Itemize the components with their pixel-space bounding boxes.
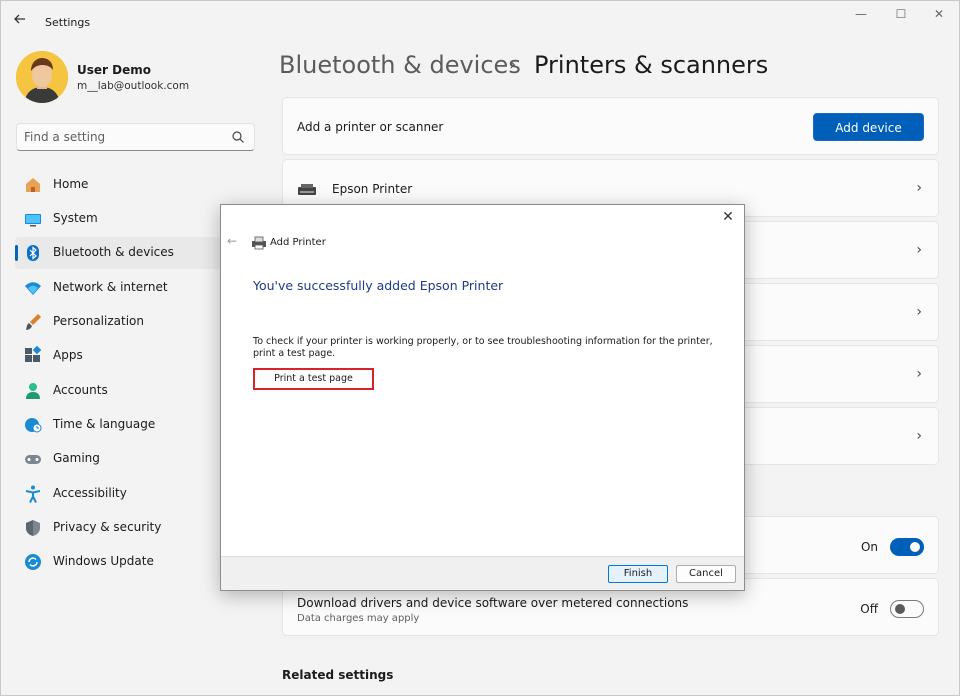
settings-window: Settings — ☐ ✕ User Demo m__lab@outlook.… <box>0 0 960 696</box>
sidebar-item-gaming[interactable]: Gaming <box>15 443 255 475</box>
monitor-icon <box>23 209 43 229</box>
avatar[interactable] <box>16 51 68 103</box>
sidebar-item-accounts[interactable]: Accounts <box>15 375 255 407</box>
dialog-back-button[interactable]: ← <box>227 234 237 248</box>
metered-label: Download drivers and device software ove… <box>297 596 689 610</box>
toggle-state-label: Off <box>860 602 878 616</box>
finish-button[interactable]: Finish <box>608 565 668 583</box>
add-printer-label: Add a printer or scanner <box>297 120 444 134</box>
sidebar-item-label: Time & language <box>53 417 156 431</box>
wifi-icon <box>23 278 43 298</box>
breadcrumb-parent[interactable]: Bluetooth & devices <box>279 51 521 79</box>
chevron-right-icon: › <box>916 366 922 382</box>
home-icon <box>23 175 43 195</box>
accessibility-icon <box>23 484 43 504</box>
sidebar-item-time-language[interactable]: Time & language <box>15 409 255 441</box>
window-title: Settings <box>45 16 91 29</box>
user-name: User Demo <box>77 63 151 77</box>
sidebar-item-label: Gaming <box>53 451 100 465</box>
dialog-body-text: To check if your printer is working prop… <box>253 336 713 359</box>
search-icon[interactable] <box>231 129 245 143</box>
dialog-heading: You've successfully added Epson Printer <box>253 278 504 293</box>
add-printer-dialog: ✕ ← Add Printer You've successfully adde… <box>220 204 745 591</box>
add-device-button[interactable]: Add device <box>813 113 924 141</box>
search-box[interactable] <box>16 123 255 151</box>
sidebar-item-label: Network & internet <box>53 280 168 294</box>
sidebar-item-label: Windows Update <box>53 554 154 568</box>
dialog-close-button[interactable]: ✕ <box>718 209 738 229</box>
minimize-button[interactable]: — <box>846 7 876 27</box>
sidebar-item-home[interactable]: Home <box>15 169 255 201</box>
chevron-right-icon: › <box>916 304 922 320</box>
bluetooth-icon <box>23 243 43 263</box>
sidebar-item-network[interactable]: Network & internet <box>15 272 255 304</box>
title-bar: Settings — ☐ ✕ <box>1 1 960 41</box>
sidebar-item-label: Accessibility <box>53 486 127 500</box>
person-icon <box>23 381 43 401</box>
active-indicator <box>15 245 18 261</box>
printer-name: Epson Printer <box>332 182 413 196</box>
cancel-button[interactable]: Cancel <box>676 565 736 583</box>
shield-icon <box>23 518 43 538</box>
globe-clock-icon <box>23 415 43 435</box>
sidebar-item-system[interactable]: System <box>15 203 255 235</box>
apps-icon <box>23 345 43 366</box>
chevron-right-icon: › <box>916 428 922 444</box>
printer-icon <box>251 235 267 250</box>
printer-icon <box>297 182 317 201</box>
page-title: Printers & scanners <box>534 51 769 79</box>
toggle-switch[interactable] <box>890 538 924 556</box>
brush-icon <box>23 312 43 332</box>
update-icon <box>23 552 43 572</box>
add-printer-card: Add a printer or scanner Add device <box>282 97 939 155</box>
sidebar-item-label: Bluetooth & devices <box>53 245 174 259</box>
user-email: m__lab@outlook.com <box>77 80 190 92</box>
sidebar-item-bluetooth[interactable]: Bluetooth & devices <box>15 237 255 269</box>
dialog-title: Add Printer <box>270 237 326 248</box>
maximize-button[interactable]: ☐ <box>886 7 916 27</box>
related-settings-heading: Related settings <box>282 668 394 682</box>
chevron-right-icon: › <box>916 180 922 196</box>
sidebar-item-personalization[interactable]: Personalization <box>15 306 255 338</box>
sidebar-item-label: Home <box>53 177 89 191</box>
print-test-page-button[interactable]: Print a test page <box>253 368 374 390</box>
sidebar-item-windows-update[interactable]: Windows Update <box>15 546 255 578</box>
chevron-right-icon: › <box>916 242 922 258</box>
breadcrumb-separator: › <box>509 54 517 75</box>
sidebar-item-accessibility[interactable]: Accessibility <box>15 478 255 510</box>
sidebar-item-privacy[interactable]: Privacy & security <box>15 512 255 544</box>
metered-sub: Data charges may apply <box>297 613 420 624</box>
back-arrow-icon[interactable] <box>13 12 33 32</box>
sidebar-item-apps[interactable]: Apps <box>15 340 255 372</box>
sidebar-item-label: Apps <box>53 348 83 362</box>
dialog-footer: Finish Cancel <box>221 556 744 590</box>
close-button[interactable]: ✕ <box>924 7 954 27</box>
sidebar-item-label: System <box>53 211 98 225</box>
sidebar-item-label: Personalization <box>53 314 144 328</box>
metered-toggle[interactable] <box>890 600 924 618</box>
gamepad-icon <box>23 449 43 469</box>
search-input[interactable] <box>24 129 224 145</box>
sidebar-item-label: Privacy & security <box>53 520 162 534</box>
toggle-state-label: On <box>860 540 878 554</box>
sidebar-item-label: Accounts <box>53 383 108 397</box>
